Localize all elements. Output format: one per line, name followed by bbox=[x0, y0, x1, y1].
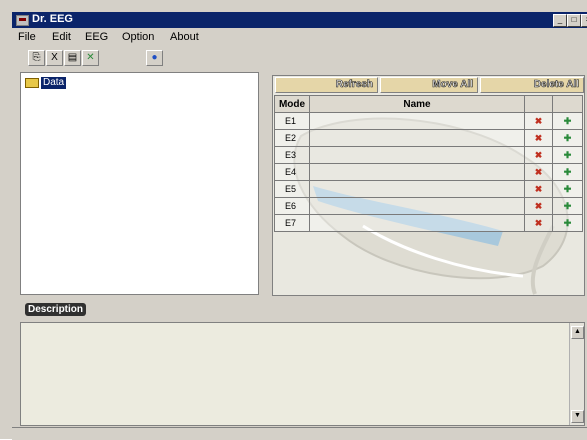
delete-row-icon[interactable]: ✖ bbox=[524, 146, 553, 164]
add-row-icon[interactable]: ✚ bbox=[552, 146, 583, 164]
paste-icon[interactable]: ▤ bbox=[64, 50, 81, 66]
name-cell[interactable] bbox=[309, 129, 525, 147]
minimize-button[interactable]: _ bbox=[553, 14, 567, 27]
mode-cell: E5 bbox=[274, 180, 310, 198]
mode-panel: Refresh Move All Delete All Mode Name E1… bbox=[272, 75, 585, 296]
table-row[interactable]: E2 ✖ ✚ bbox=[274, 129, 583, 147]
table-row[interactable]: E1 ✖ ✚ bbox=[274, 112, 583, 130]
delete-row-icon[interactable]: ✖ bbox=[524, 163, 553, 181]
title-bar[interactable]: Dr. EEG _ □ × bbox=[12, 12, 587, 28]
scroll-up-icon[interactable]: ▲ bbox=[571, 326, 584, 339]
table-row[interactable]: E7 ✖ ✚ bbox=[274, 214, 583, 232]
menu-option[interactable]: Option bbox=[122, 31, 154, 43]
column-header-add bbox=[552, 95, 583, 113]
add-row-icon[interactable]: ✚ bbox=[552, 180, 583, 198]
name-cell[interactable] bbox=[309, 112, 525, 130]
tree-node-label: Data bbox=[41, 77, 67, 89]
add-row-icon[interactable]: ✚ bbox=[552, 214, 583, 232]
add-row-icon[interactable]: ✚ bbox=[552, 129, 583, 147]
delete-row-icon[interactable]: ✖ bbox=[524, 129, 553, 147]
add-row-icon[interactable]: ✚ bbox=[552, 112, 583, 130]
menu-edit[interactable]: Edit bbox=[52, 31, 71, 43]
status-bar bbox=[12, 427, 587, 440]
delete-row-icon[interactable]: ✖ bbox=[524, 180, 553, 198]
data-tree[interactable]: Data bbox=[20, 72, 259, 295]
mode-cell: E6 bbox=[274, 197, 310, 215]
delete-icon[interactable]: ✕ bbox=[82, 50, 99, 66]
description-label: Description bbox=[25, 303, 87, 316]
column-header-name: Name bbox=[309, 95, 525, 113]
table-row[interactable]: E6 ✖ ✚ bbox=[274, 197, 583, 215]
move-all-button[interactable]: Move All bbox=[380, 77, 478, 93]
close-button[interactable]: × bbox=[581, 14, 587, 27]
name-cell[interactable] bbox=[309, 214, 525, 232]
description-textarea[interactable]: ▲ ▼ bbox=[20, 322, 585, 426]
mode-cell: E1 bbox=[274, 112, 310, 130]
column-header-delete bbox=[524, 95, 553, 113]
mode-cell: E3 bbox=[274, 146, 310, 164]
mode-table: Mode Name E1 ✖ ✚ E2 ✖ ✚ E3 ✖ ✚ E4 ✖ ✚ E5… bbox=[274, 95, 583, 232]
delete-row-icon[interactable]: ✖ bbox=[524, 112, 553, 130]
menu-eeg[interactable]: EEG bbox=[85, 31, 108, 43]
name-cell[interactable] bbox=[309, 163, 525, 181]
table-header-row: Mode Name bbox=[274, 95, 583, 113]
menu-file[interactable]: File bbox=[18, 31, 36, 43]
add-row-icon[interactable]: ✚ bbox=[552, 163, 583, 181]
window-title: Dr. EEG bbox=[32, 13, 73, 25]
delete-row-icon[interactable]: ✖ bbox=[524, 197, 553, 215]
name-cell[interactable] bbox=[309, 180, 525, 198]
mode-cell: E7 bbox=[274, 214, 310, 232]
description-scrollbar[interactable]: ▲ ▼ bbox=[569, 323, 584, 425]
menu-about[interactable]: About bbox=[170, 31, 199, 43]
table-row[interactable]: E5 ✖ ✚ bbox=[274, 180, 583, 198]
refresh-button[interactable]: Refresh bbox=[275, 77, 378, 93]
maximize-button[interactable]: □ bbox=[567, 14, 581, 27]
folder-icon bbox=[25, 78, 39, 88]
globe-icon[interactable]: ● bbox=[146, 50, 163, 66]
mode-cell: E2 bbox=[274, 129, 310, 147]
mode-cell: E4 bbox=[274, 163, 310, 181]
menu-bar: File Edit EEG Option About bbox=[12, 30, 587, 46]
name-cell[interactable] bbox=[309, 146, 525, 164]
delete-all-button[interactable]: Delete All bbox=[480, 77, 584, 93]
table-row[interactable]: E4 ✖ ✚ bbox=[274, 163, 583, 181]
scroll-down-icon[interactable]: ▼ bbox=[571, 410, 584, 423]
add-row-icon[interactable]: ✚ bbox=[552, 197, 583, 215]
app-icon bbox=[16, 15, 29, 26]
table-row[interactable]: E3 ✖ ✚ bbox=[274, 146, 583, 164]
app-window: Dr. EEG _ □ × File Edit EEG Option About… bbox=[0, 0, 587, 440]
name-cell[interactable] bbox=[309, 197, 525, 215]
delete-row-icon[interactable]: ✖ bbox=[524, 214, 553, 232]
column-header-mode: Mode bbox=[274, 95, 310, 113]
copy-icon[interactable]: ⎘ bbox=[28, 50, 45, 66]
toolbar: ⎘ X ▤ ✕ ● bbox=[12, 48, 587, 68]
cut-icon[interactable]: X bbox=[46, 50, 63, 66]
